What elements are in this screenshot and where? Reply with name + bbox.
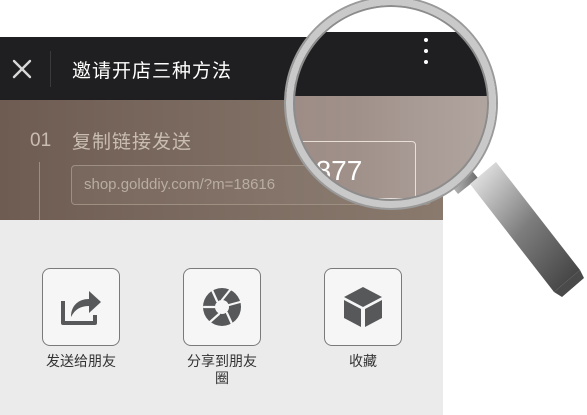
share-arrow-icon <box>61 291 101 325</box>
share-moments-tile[interactable] <box>183 268 261 346</box>
aperture-icon <box>202 288 242 326</box>
share-panel: 发送给朋友 分享到朋友圈 收藏 <box>0 220 443 415</box>
cube-icon <box>344 287 382 327</box>
share-send-friend[interactable]: 发送给朋友 <box>36 268 126 371</box>
share-send-friend-tile[interactable] <box>42 268 120 346</box>
step-number: 01 <box>30 130 52 151</box>
close-icon <box>12 59 32 79</box>
step-label: 复制链接发送 <box>72 131 193 153</box>
step-connector <box>39 162 40 220</box>
share-moments-label: 分享到朋友圈 <box>187 354 257 387</box>
page-title: 邀请开店三种方法 <box>72 60 233 82</box>
share-send-friend-label: 发送给朋友 <box>46 354 116 370</box>
magnifier-ring <box>286 0 496 208</box>
share-favorite-tile[interactable] <box>324 268 402 346</box>
close-button[interactable] <box>6 53 38 85</box>
share-favorite-label: 收藏 <box>349 354 377 370</box>
share-favorite[interactable]: 收藏 <box>318 268 408 371</box>
title-divider <box>50 51 51 87</box>
share-moments[interactable]: 分享到朋友圈 <box>177 268 267 388</box>
